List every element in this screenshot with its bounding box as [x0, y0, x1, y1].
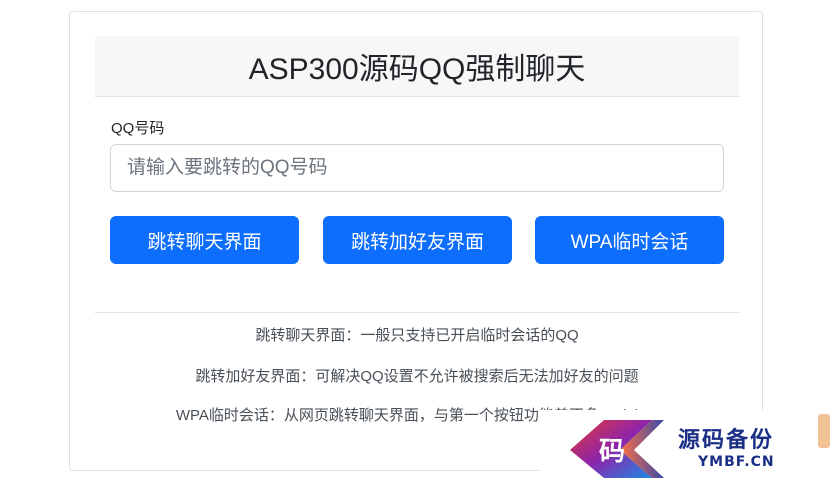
- main-card: ASP300源码QQ强制聊天 QQ号码 跳转聊天界面 跳转加好友界面 WPA临时…: [69, 11, 763, 471]
- watermark-overlay: 码 源码备份 YMBF.CN: [540, 410, 834, 490]
- page-title: ASP300源码QQ强制聊天: [248, 53, 586, 86]
- watermark-logo-icon: 码: [570, 420, 664, 478]
- watermark-logo-char: 码: [599, 437, 625, 467]
- qq-number-label: QQ号码: [111, 120, 165, 137]
- qq-number-input[interactable]: [110, 144, 724, 192]
- note-chat: 跳转聊天界面：一般只支持已开启临时会话的QQ: [255, 327, 579, 344]
- section-divider: [95, 312, 739, 313]
- jump-chat-button[interactable]: 跳转聊天界面: [110, 216, 299, 264]
- jump-add-friend-button[interactable]: 跳转加好友界面: [323, 216, 512, 264]
- note-add-friend: 跳转加好友界面：可解决QQ设置不允许被搜索后无法加好友的问题: [195, 368, 639, 385]
- wpa-session-button[interactable]: WPA临时会话: [535, 216, 724, 264]
- watermark-title: 源码备份: [678, 427, 775, 453]
- card-header: ASP300源码QQ强制聊天: [95, 36, 739, 97]
- watermark-url: YMBF.CN: [698, 454, 775, 470]
- edge-decoration: [818, 414, 830, 448]
